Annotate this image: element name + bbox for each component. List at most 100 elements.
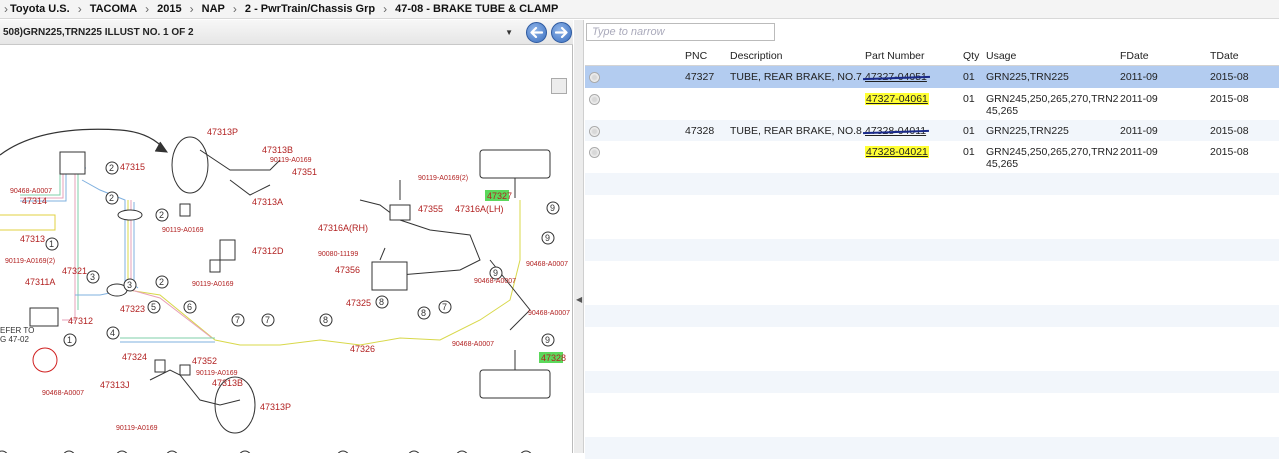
callout-47316A-LH[interactable]: 47316A(LH) — [455, 204, 504, 214]
svg-text:7: 7 — [442, 302, 447, 312]
breadcrumb-item-section[interactable]: 47-08 - BRAKE TUBE & CLAMP — [395, 3, 558, 15]
callout-47315[interactable]: 47315 — [120, 162, 145, 172]
callout-90468-A0007[interactable]: 90468-A0007 — [528, 310, 570, 317]
row-select-radio[interactable] — [589, 126, 600, 137]
callout-47356[interactable]: 47356 — [335, 265, 360, 275]
callout-90119-A0169[interactable]: 90119-A0169 — [116, 425, 158, 432]
callout-47323[interactable]: 47323 — [120, 304, 145, 314]
callout-90468-A0007[interactable]: 90468-A0007 — [474, 278, 516, 285]
svg-text:9: 9 — [493, 268, 498, 278]
callout-90119-A0169[interactable]: 90119-A0169 — [196, 370, 238, 377]
table-row[interactable]: 47328 TUBE, REAR BRAKE, NO.8 47328-04011… — [585, 120, 1279, 141]
cell-fdate: 2011-09 — [1120, 93, 1158, 105]
cell-fdate: 2011-09 — [1120, 71, 1158, 83]
cell-part-number[interactable]: 47327-04061 — [865, 93, 929, 105]
callout-90468-A0007[interactable]: 90468-A0007 — [42, 390, 84, 397]
callout-47312D[interactable]: 47312D — [252, 246, 284, 256]
callout-47327[interactable]: 47327 — [487, 191, 512, 201]
row-select-radio[interactable] — [589, 72, 600, 83]
callout-47355[interactable]: 47355 — [418, 204, 443, 214]
cell-fdate: 2011-09 — [1120, 125, 1158, 137]
callout-47328[interactable]: 47328 — [541, 353, 566, 363]
svg-text:9: 9 — [545, 233, 550, 243]
cell-qty: 01 — [963, 71, 975, 83]
row-select-radio[interactable] — [589, 94, 600, 105]
callout-47313B[interactable]: 47313B — [262, 145, 293, 155]
chevron-right-icon: › — [77, 2, 82, 16]
callout-47326[interactable]: 47326 — [350, 344, 375, 354]
cell-part-number[interactable]: 47328-04021 — [865, 146, 929, 158]
callout-47313B[interactable]: 47313B — [212, 378, 243, 388]
cell-tdate: 2015-08 — [1210, 125, 1249, 137]
table-row[interactable]: 47327-04061 01 GRN245,250,265,270,TRN2 4… — [585, 88, 1279, 120]
callout-circle: 2 — [105, 161, 119, 175]
callout-47325[interactable]: 47325 — [346, 298, 371, 308]
column-header-pnc[interactable]: PNC — [685, 46, 707, 65]
row-select-radio[interactable] — [589, 147, 600, 158]
column-header-usage[interactable]: Usage — [986, 46, 1016, 65]
callout-90119-A0169[interactable]: 90119-A0169 — [192, 281, 234, 288]
cell-part-number-superseded[interactable]: 47327-04051 — [865, 71, 927, 83]
callout-47314[interactable]: 47314 — [22, 196, 47, 206]
pane-splitter[interactable]: ◀ — [574, 20, 584, 453]
breadcrumb-item-group[interactable]: 2 - PwrTrain/Chassis Grp — [245, 3, 375, 15]
svg-text:4: 4 — [110, 328, 115, 338]
svg-text:3: 3 — [90, 272, 95, 282]
previous-illustration-button[interactable] — [526, 22, 547, 43]
callout-47324[interactable]: 47324 — [122, 352, 147, 362]
column-header-description[interactable]: Description — [730, 46, 783, 65]
table-row[interactable]: 47327 TUBE, REAR BRAKE, NO.7 47327-04051… — [585, 66, 1279, 88]
svg-text:7: 7 — [235, 315, 240, 325]
chevron-right-icon: › — [4, 2, 8, 16]
callout-47316A-RH[interactable]: 47316A(RH) — [318, 223, 368, 233]
refer-note-line1: EFER TO — [0, 326, 34, 335]
callout-90468-A0007[interactable]: 90468-A0007 — [526, 261, 568, 268]
svg-text:9: 9 — [550, 203, 555, 213]
callout-90080-11199[interactable]: 90080-11199 — [318, 251, 358, 258]
callout-47352[interactable]: 47352 — [192, 356, 217, 366]
breadcrumb-item-make[interactable]: Toyota U.S. — [10, 3, 70, 15]
svg-text:2: 2 — [159, 210, 164, 220]
callout-90119-A0169[interactable]: 90119-A0169 — [162, 227, 204, 234]
callout-47351[interactable]: 47351 — [292, 167, 317, 177]
next-illustration-button[interactable] — [551, 22, 572, 43]
cell-part-number-superseded[interactable]: 47328-04011 — [865, 125, 926, 137]
svg-text:8: 8 — [323, 315, 328, 325]
illustration-toolbar: 508)GRN225,TRN225 ILLUST NO. 1 OF 2 ▼ — [0, 20, 573, 45]
callout-47313P[interactable]: 47313P — [207, 127, 238, 137]
breadcrumb-item-model[interactable]: TACOMA — [90, 3, 137, 15]
callout-47313A[interactable]: 47313A — [252, 197, 283, 207]
svg-text:8: 8 — [421, 308, 426, 318]
column-header-fdate[interactable]: FDate — [1120, 46, 1149, 65]
svg-text:2: 2 — [109, 163, 114, 173]
arrow-right-icon — [555, 27, 568, 38]
callout-47313P[interactable]: 47313P — [260, 402, 291, 412]
refer-note-line2[interactable]: G 47-02 — [0, 335, 29, 344]
column-header-tdate[interactable]: TDate — [1210, 46, 1239, 65]
callout-90468-A0007[interactable]: 90468-A0007 — [452, 341, 494, 348]
filter-input[interactable] — [586, 23, 775, 41]
cell-usage-line2: 45,265 — [986, 158, 1019, 170]
breadcrumb-item-region[interactable]: NAP — [202, 3, 225, 15]
zoom-toggle-button[interactable] — [551, 78, 567, 94]
cell-fdate: 2011-09 — [1120, 146, 1158, 158]
illustration-select[interactable]: 508)GRN225,TRN225 ILLUST NO. 1 OF 2 ▼ — [0, 23, 519, 42]
cell-usage-line1: GRN245,250,265,270,TRN2 — [986, 93, 1119, 105]
column-header-qty[interactable]: Qty — [963, 46, 979, 65]
callout-47313J[interactable]: 47313J — [100, 380, 130, 390]
collapse-left-icon[interactable]: ◀ — [576, 295, 582, 304]
callout-47321[interactable]: 47321 — [62, 266, 87, 276]
callout-90119-A0169-2[interactable]: 90119-A0169(2) — [418, 175, 468, 182]
callout-90119-A0169-2[interactable]: 90119-A0169(2) — [5, 258, 55, 265]
cell-qty: 01 — [963, 125, 975, 137]
callout-90119-A0169[interactable]: 90119-A0169 — [270, 157, 312, 164]
parts-diagram[interactable]: 2 2 2 2 3 3 1 1 4 5 6 7 7 8 8 8 7 9 9 9 — [0, 46, 572, 453]
callout-90468-A0007[interactable]: 90468-A0007 — [10, 188, 52, 195]
column-header-part-number[interactable]: Part Number — [865, 46, 925, 65]
callout-47311A[interactable]: 47311A — [25, 277, 55, 287]
table-row[interactable]: 47328-04021 01 GRN245,250,265,270,TRN2 4… — [585, 141, 1279, 173]
callout-47312[interactable]: 47312 — [68, 316, 93, 326]
svg-text:2: 2 — [109, 193, 114, 203]
breadcrumb-item-year[interactable]: 2015 — [157, 3, 181, 15]
callout-47313[interactable]: 47313 — [20, 234, 45, 244]
